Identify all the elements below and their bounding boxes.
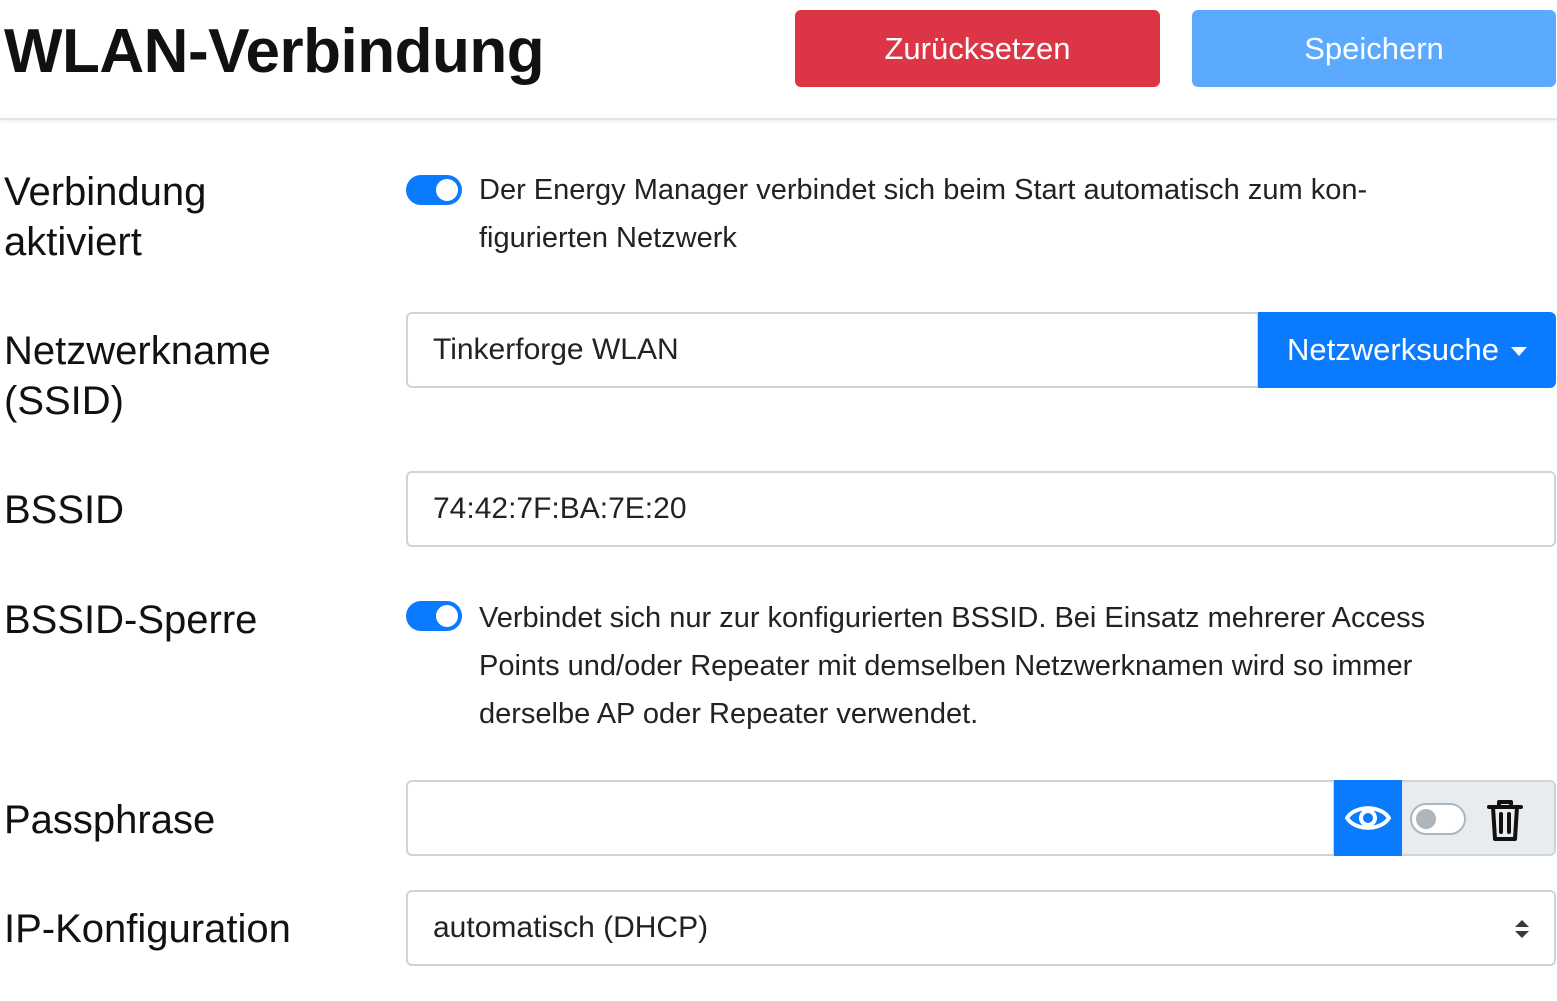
show-passphrase-button[interactable] bbox=[1334, 780, 1402, 856]
select-arrows-icon bbox=[1515, 920, 1529, 938]
clear-passphrase-switch[interactable] bbox=[1410, 803, 1466, 835]
connection-enabled-label: Verbindung aktiviert bbox=[4, 167, 206, 267]
caret-down-icon bbox=[1510, 346, 1527, 356]
connection-enabled-help-line1: Der Energy Manager verbindet sich beim S… bbox=[479, 174, 1368, 206]
page-title: WLAN-Verbindung bbox=[4, 17, 545, 86]
reset-button[interactable]: Zurücksetzen bbox=[795, 10, 1160, 87]
connection-enabled-help: Der Energy Manager verbindet sich beim S… bbox=[479, 166, 1539, 262]
connection-enabled-help-line2: figurierten Netzwerk bbox=[479, 222, 737, 254]
clear-passphrase-group bbox=[1402, 780, 1556, 856]
ip-config-label: IP-Konfiguration bbox=[4, 907, 291, 951]
switch-knob bbox=[1416, 809, 1436, 829]
ssid-input[interactable]: Tinkerforge WLAN bbox=[406, 312, 1259, 388]
network-scan-button[interactable]: Netzwerksuche bbox=[1258, 312, 1556, 388]
bssid-label: BSSID bbox=[4, 488, 125, 532]
bssid-lock-label: BSSID-Sperre bbox=[4, 598, 258, 642]
trash-icon bbox=[1484, 798, 1526, 842]
save-button[interactable]: Speichern bbox=[1192, 10, 1556, 87]
bssid-lock-help-line2: Points und/oder Repeater mit demselben N… bbox=[479, 650, 1413, 682]
eye-icon bbox=[1345, 806, 1391, 830]
bssid-lock-switch[interactable] bbox=[406, 601, 462, 631]
bssid-lock-help-line3: derselbe AP oder Repeater verwendet. bbox=[479, 698, 979, 730]
ssid-label-line1: Netzwerkname bbox=[4, 329, 271, 373]
switch-knob bbox=[436, 179, 458, 201]
switch-knob bbox=[436, 605, 458, 627]
ssid-label-line2: (SSID) bbox=[4, 379, 124, 423]
page: WLAN-Verbindung Zurücksetzen Speichern V… bbox=[0, 0, 1557, 1001]
connection-enabled-label-line1: Verbindung bbox=[4, 170, 207, 214]
page-header: WLAN-Verbindung Zurücksetzen Speichern bbox=[0, 0, 1557, 120]
ssid-label: Netzwerkname (SSID) bbox=[4, 326, 271, 426]
connection-enabled-label-line2: aktiviert bbox=[4, 220, 142, 264]
passphrase-input[interactable] bbox=[406, 780, 1335, 856]
connection-enabled-switch[interactable] bbox=[406, 175, 462, 205]
bssid-input[interactable]: 74:42:7F:BA:7E:20 bbox=[406, 471, 1556, 547]
passphrase-label: Passphrase bbox=[4, 798, 216, 842]
network-scan-label: Netzwerksuche bbox=[1287, 332, 1499, 367]
ip-config-selected: automatisch (DHCP) bbox=[433, 911, 709, 944]
bssid-lock-help: Verbindet sich nur zur konfigurierten BS… bbox=[479, 594, 1539, 738]
ip-config-select[interactable]: automatisch (DHCP) bbox=[406, 890, 1556, 966]
bssid-lock-help-line1: Verbindet sich nur zur konfigurierten BS… bbox=[479, 602, 1426, 634]
